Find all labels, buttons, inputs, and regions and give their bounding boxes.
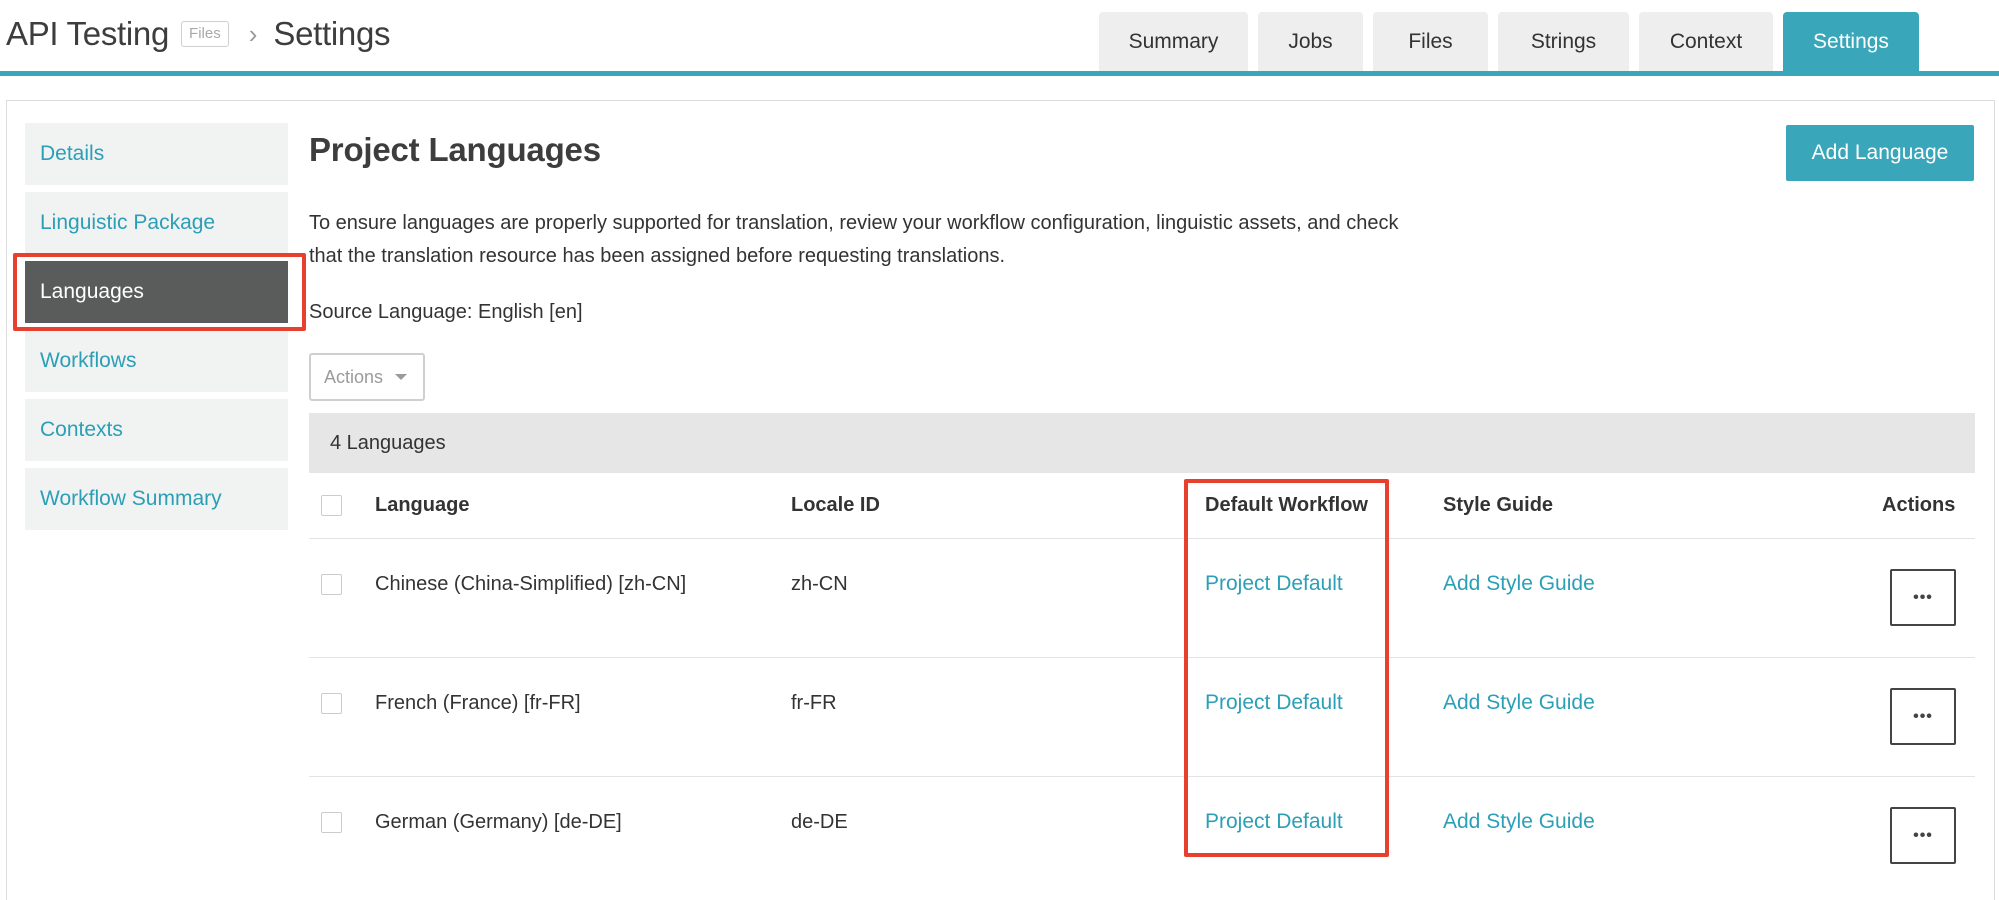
- section-title: Project Languages: [309, 131, 601, 168]
- row-divider: [309, 657, 1975, 658]
- column-header-actions: Actions: [1882, 494, 1956, 516]
- breadcrumb: API Testing Files › Settings: [6, 10, 391, 58]
- column-header-language[interactable]: Language: [375, 494, 469, 517]
- language-name: Chinese (China-Simplified) [zh-CN]: [375, 573, 687, 595]
- add-style-guide-link[interactable]: Add Style Guide: [1443, 810, 1595, 834]
- row-checkbox[interactable]: [321, 574, 342, 595]
- row-actions-button[interactable]: •••: [1890, 569, 1956, 626]
- locale-id: zh-CN: [791, 573, 848, 595]
- add-language-button[interactable]: Add Language: [1786, 125, 1974, 181]
- sidebar-item-workflows[interactable]: Workflows: [25, 330, 288, 392]
- sidebar-item-linguistic-package[interactable]: Linguistic Package: [25, 192, 288, 254]
- locale-id: de-DE: [791, 811, 848, 833]
- section-description: To ensure languages are properly support…: [309, 212, 1399, 267]
- main-content: Project Languages Add Language To ensure…: [309, 101, 1994, 900]
- project-title[interactable]: API Testing: [6, 15, 169, 53]
- source-language: Source Language: English [en]: [309, 301, 583, 323]
- sidebar-item-languages[interactable]: Languages: [25, 261, 288, 323]
- column-header-default-workflow[interactable]: Default Workflow: [1205, 494, 1368, 517]
- add-style-guide-link[interactable]: Add Style Guide: [1443, 691, 1595, 715]
- column-header-locale-id[interactable]: Locale ID: [791, 494, 880, 517]
- ellipsis-icon: •••: [1913, 707, 1933, 725]
- row-actions-button[interactable]: •••: [1890, 807, 1956, 864]
- default-workflow-link[interactable]: Project Default: [1205, 691, 1343, 715]
- tab-settings[interactable]: Settings: [1783, 12, 1919, 71]
- select-all-checkbox[interactable]: [321, 495, 342, 516]
- tab-summary[interactable]: Summary: [1099, 12, 1248, 71]
- page-title: Settings: [273, 15, 391, 52]
- language-name: French (France) [fr-FR]: [375, 692, 581, 714]
- language-count-bar: 4 Languages: [309, 413, 1975, 473]
- sidebar-item-contexts[interactable]: Contexts: [25, 399, 288, 461]
- add-style-guide-link[interactable]: Add Style Guide: [1443, 572, 1595, 596]
- settings-panel: Details Linguistic Package Languages Wor…: [6, 100, 1995, 900]
- bulk-actions-dropdown[interactable]: Actions: [309, 353, 425, 401]
- locale-id: fr-FR: [791, 692, 837, 714]
- header-accent-bar: [0, 71, 1999, 76]
- row-checkbox[interactable]: [321, 693, 342, 714]
- sidebar-item-details[interactable]: Details: [25, 123, 288, 185]
- page-header: API Testing Files › Settings Summary Job…: [0, 0, 1999, 80]
- tab-files[interactable]: Files: [1373, 12, 1488, 71]
- tab-jobs[interactable]: Jobs: [1258, 12, 1363, 71]
- row-divider: [309, 538, 1975, 539]
- default-workflow-highlight-box: [1184, 479, 1389, 857]
- row-divider: [309, 776, 1975, 777]
- tab-strings[interactable]: Strings: [1498, 12, 1629, 71]
- default-workflow-link[interactable]: Project Default: [1205, 572, 1343, 596]
- tab-context[interactable]: Context: [1639, 12, 1773, 71]
- row-checkbox[interactable]: [321, 812, 342, 833]
- language-name: German (Germany) [de-DE]: [375, 811, 622, 833]
- caret-down-icon: [395, 374, 408, 380]
- ellipsis-icon: •••: [1913, 588, 1933, 606]
- sidebar-item-workflow-summary[interactable]: Workflow Summary: [25, 468, 288, 530]
- default-workflow-link[interactable]: Project Default: [1205, 810, 1343, 834]
- ellipsis-icon: •••: [1913, 826, 1933, 844]
- row-actions-button[interactable]: •••: [1890, 688, 1956, 745]
- chevron-right-icon: ›: [248, 19, 258, 49]
- project-tabs: Summary Jobs Files Strings Context Setti…: [1099, 12, 1919, 71]
- column-header-style-guide[interactable]: Style Guide: [1443, 494, 1553, 517]
- project-type-badge: Files: [181, 21, 229, 47]
